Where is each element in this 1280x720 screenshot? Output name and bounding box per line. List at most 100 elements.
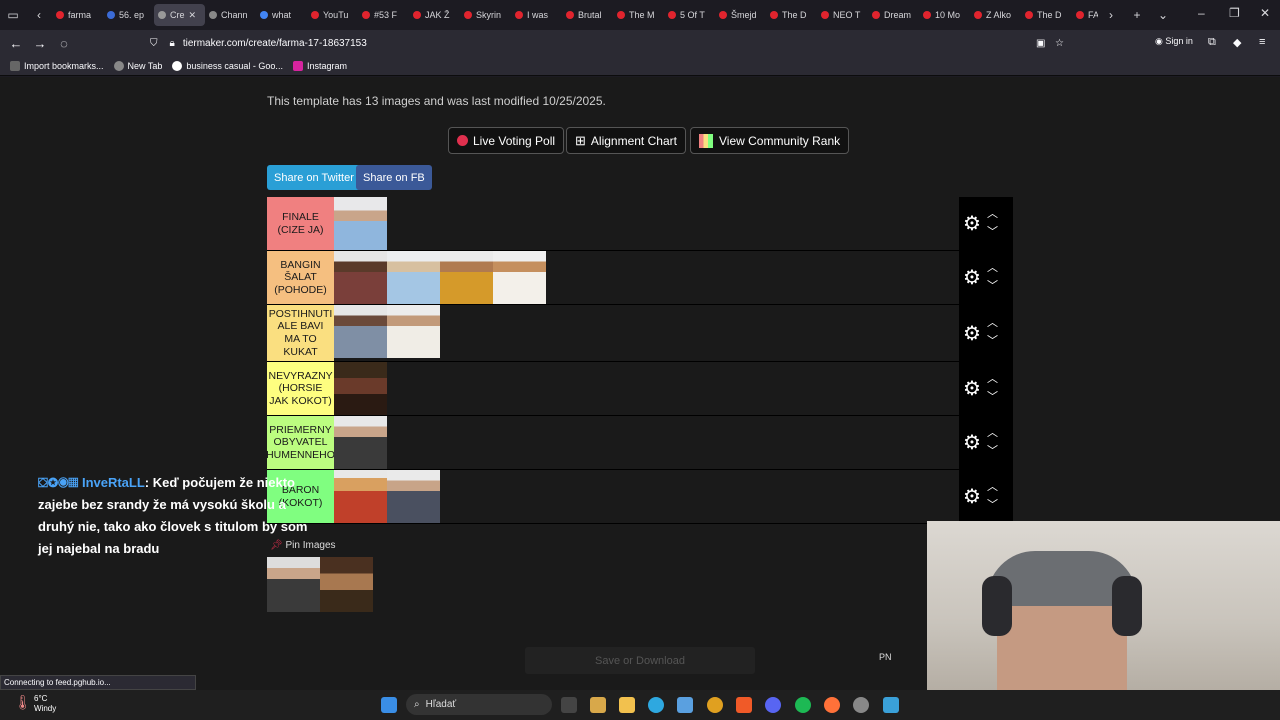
- minimize-icon[interactable]: –: [1198, 6, 1205, 20]
- store-icon[interactable]: [590, 697, 606, 713]
- tier-label[interactable]: PRIEMERNY OBYVATEL HUMENNEHO: [266, 416, 335, 469]
- lock-icon[interactable]: 🔒︎: [170, 38, 175, 49]
- tab-17[interactable]: 10 Mo: [919, 4, 970, 26]
- contestant-image[interactable]: [334, 251, 387, 304]
- scroll-left-icon[interactable]: ‹: [26, 8, 52, 22]
- tab-16[interactable]: Dream: [868, 4, 919, 26]
- contestant-image[interactable]: [493, 251, 546, 304]
- tab-12[interactable]: 5 Of T: [664, 4, 715, 26]
- spotify-icon[interactable]: [795, 697, 811, 713]
- gear-icon[interactable]: ⚙: [963, 430, 981, 455]
- contestant-image[interactable]: [334, 362, 387, 415]
- tier-label[interactable]: FINALE (CIZE JA): [267, 197, 334, 250]
- photos-icon[interactable]: [677, 697, 693, 713]
- tab-8[interactable]: Skyrin: [460, 4, 511, 26]
- pinned-image[interactable]: [320, 557, 373, 612]
- chevron-up-icon[interactable]: ︿: [987, 206, 998, 224]
- community-rank-button[interactable]: View Community Rank: [690, 127, 850, 154]
- shield-icon[interactable]: ⛉: [150, 38, 158, 49]
- tab-1[interactable]: 56. ep: [103, 4, 154, 26]
- discord-icon[interactable]: [765, 697, 781, 713]
- save-download-button[interactable]: Save or Download: [525, 647, 755, 674]
- tab-5[interactable]: YouTu: [307, 4, 358, 26]
- tab-9[interactable]: I was: [511, 4, 562, 26]
- vpn-icon[interactable]: ◆: [1233, 36, 1241, 49]
- share-twitter-button[interactable]: Share on Twitter: [267, 165, 361, 190]
- settings-icon[interactable]: [853, 697, 869, 713]
- contestant-image[interactable]: [387, 470, 440, 523]
- tab-11[interactable]: The M: [613, 4, 664, 26]
- reader-icon[interactable]: ▣: [1036, 38, 1045, 49]
- tab-overflow-icon[interactable]: ⌄: [1150, 8, 1176, 22]
- edge-icon[interactable]: [648, 697, 664, 713]
- gear-icon[interactable]: ⚙: [963, 265, 981, 290]
- tab-10[interactable]: Brutal: [562, 4, 613, 26]
- notepad-icon[interactable]: [883, 697, 899, 713]
- alignment-chart-button[interactable]: ⊞ Alignment Chart: [566, 127, 686, 154]
- bookmark-new-tab[interactable]: New Tab: [113, 60, 162, 71]
- gear-icon[interactable]: ⚙: [963, 321, 981, 346]
- menu-icon[interactable]: ≡: [1259, 36, 1265, 48]
- tab-list-icon[interactable]: ▭: [0, 8, 26, 22]
- brave-icon[interactable]: [736, 697, 752, 713]
- pinned-image[interactable]: [267, 557, 320, 612]
- loading-icon[interactable]: ◌: [52, 36, 76, 51]
- contestant-image[interactable]: [334, 305, 387, 358]
- forward-icon[interactable]: →: [28, 36, 52, 51]
- contestant-image[interactable]: [387, 251, 440, 304]
- chevron-down-icon[interactable]: ﹀: [987, 333, 998, 351]
- file-explorer-icon[interactable]: [619, 697, 635, 713]
- chevron-up-icon[interactable]: ︿: [987, 425, 998, 443]
- maximize-icon[interactable]: ❐: [1229, 6, 1240, 20]
- live-voting-button[interactable]: Live Voting Poll: [448, 127, 565, 154]
- tab-3[interactable]: Chann: [205, 4, 256, 26]
- bookmark-import[interactable]: Import bookmarks...: [10, 60, 104, 71]
- chevron-up-icon[interactable]: ︿: [987, 260, 998, 278]
- tab-0[interactable]: farma: [52, 4, 103, 26]
- windows-start-icon[interactable]: [381, 697, 397, 713]
- url-text[interactable]: tiermaker.com/create/farma-17-18637153: [183, 38, 367, 49]
- bookmark-google[interactable]: business casual - Goo...: [172, 60, 283, 71]
- contestant-image[interactable]: [440, 251, 493, 304]
- share-fb-button[interactable]: Share on FB: [356, 165, 432, 190]
- bookmark-star-icon[interactable]: ☆: [1055, 38, 1064, 49]
- chevron-down-icon[interactable]: ﹀: [987, 497, 998, 515]
- tab-19[interactable]: The D: [1021, 4, 1072, 26]
- close-window-icon[interactable]: ✕: [1260, 6, 1270, 20]
- tab-active[interactable]: Cre ✕: [154, 4, 205, 26]
- firefox-icon[interactable]: [824, 697, 840, 713]
- tab-15[interactable]: NEO T: [817, 4, 868, 26]
- weather-icon[interactable]: 🌡︎: [14, 694, 32, 711]
- gear-icon[interactable]: ⚙: [963, 376, 981, 401]
- close-tab-icon[interactable]: ✕: [189, 10, 197, 21]
- contestant-image[interactable]: [334, 197, 387, 250]
- task-view-icon[interactable]: [561, 697, 577, 713]
- chrome-icon[interactable]: [707, 697, 723, 713]
- url-bar[interactable]: ⛉ 🔒︎ tiermaker.com/create/farma-17-18637…: [150, 33, 1070, 53]
- tab-7[interactable]: JAK Ž: [409, 4, 460, 26]
- chevron-up-icon[interactable]: ︿: [987, 315, 998, 333]
- extensions-icon[interactable]: ⧉: [1208, 36, 1216, 49]
- tier-label[interactable]: NEVYRAZNY (HORSIE JAK KOKOT): [267, 362, 334, 415]
- weather-widget[interactable]: 6°C Windy: [34, 694, 56, 714]
- tab-13[interactable]: Šmejd: [715, 4, 766, 26]
- tab-14[interactable]: The D: [766, 4, 817, 26]
- chevron-down-icon[interactable]: ﹀: [987, 443, 998, 461]
- back-icon[interactable]: ←: [4, 36, 28, 51]
- chevron-down-icon[interactable]: ﹀: [987, 278, 998, 296]
- chevron-down-icon[interactable]: ﹀: [987, 389, 998, 407]
- tab-20[interactable]: FA: [1072, 4, 1098, 26]
- sign-in-button[interactable]: ◉ Sign in: [1155, 36, 1193, 47]
- chevron-up-icon[interactable]: ︿: [987, 371, 998, 389]
- contestant-image[interactable]: [387, 305, 440, 358]
- chevron-down-icon[interactable]: ﹀: [987, 224, 998, 242]
- tab-18[interactable]: Z Alko: [970, 4, 1021, 26]
- bookmark-instagram[interactable]: Instagram: [292, 60, 347, 71]
- gear-icon[interactable]: ⚙: [963, 484, 981, 509]
- tier-label[interactable]: BANGIN ŠALAT (POHODE): [267, 251, 334, 304]
- contestant-image[interactable]: [334, 470, 387, 523]
- taskbar-search[interactable]: ⌕ Hľadať: [406, 694, 552, 715]
- chevron-up-icon[interactable]: ︿: [987, 479, 998, 497]
- tab-6[interactable]: #53 F: [358, 4, 409, 26]
- scroll-right-icon[interactable]: ›: [1098, 8, 1124, 22]
